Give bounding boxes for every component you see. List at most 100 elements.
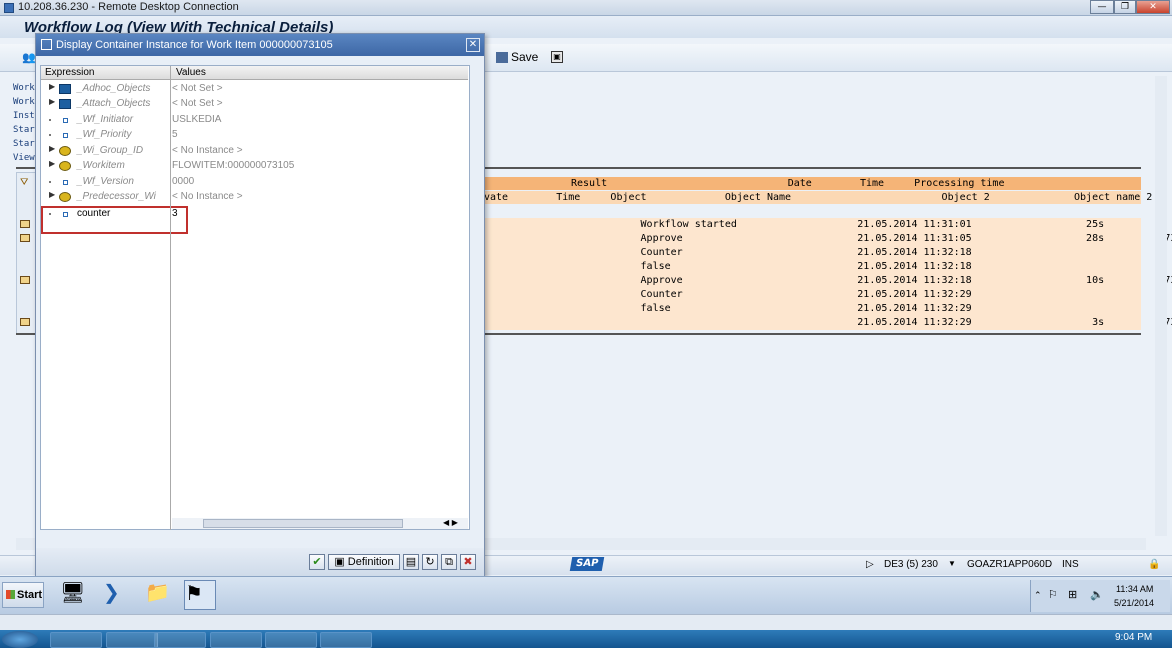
details-button[interactable]: ▤ [403, 554, 419, 570]
insert-mode: INS [1062, 559, 1079, 570]
explorer-icon[interactable]: 📁 [145, 580, 177, 610]
table-row[interactable]: Approve 21.05.2014 11:31:05 28s 73105 [484, 233, 1172, 247]
column-header-values[interactable]: Values [176, 67, 206, 78]
tree-row[interactable]: ▶ _Predecessor_Wi < No Instance > [41, 190, 469, 205]
filter-icon[interactable]: ⛛ [20, 177, 28, 188]
explorer-icon[interactable] [106, 632, 158, 648]
row-value: < No Instance > [172, 191, 243, 202]
rdp-taskbar-icon[interactable] [265, 632, 317, 648]
row-label: _Wf_Initiator [77, 114, 134, 125]
dialog-title: Display Container Instance for Work Item… [56, 39, 333, 51]
status-triangle-icon[interactable]: ▷ [866, 559, 874, 570]
row-label: _Workitem [77, 160, 125, 171]
log-header-row: Result Date Time Processing time [484, 177, 1141, 190]
log-row-selector-column [16, 172, 36, 334]
row-value: USLKEDIA [172, 114, 222, 125]
refresh-button[interactable]: ↻ [422, 554, 438, 570]
column-divider[interactable] [170, 66, 171, 530]
scrollbar-thumb[interactable] [203, 519, 403, 528]
save-button[interactable]: Save [496, 50, 538, 64]
tree-row[interactable]: ▶ _Workitem FLOWITEM:000000073105 [41, 159, 469, 174]
tree-row[interactable]: _Wf_Version 0000 [41, 175, 469, 190]
row-label: _Adhoc_Objects [77, 83, 151, 94]
close-icon[interactable]: ✕ [1136, 0, 1170, 14]
row-value: < Not Set > [172, 98, 223, 109]
table-row[interactable]: Counter 21.05.2014 11:32:29 [484, 289, 1141, 303]
network-icon[interactable]: ⊞ [1068, 588, 1077, 601]
row-label: _Wi_Group_ID [77, 145, 144, 156]
row-label: _Wf_Priority [77, 129, 132, 140]
row-label: _Attach_Objects [77, 98, 151, 109]
server-manager-icon[interactable]: 🖥 [60, 580, 92, 610]
tree-row[interactable]: ▶ _Attach_Objects < Not Set > [41, 97, 469, 112]
volume-icon[interactable]: 🔈 [1090, 588, 1104, 601]
users-icon[interactable]: 👥 [22, 51, 36, 64]
bullet-icon [49, 134, 51, 136]
start-button[interactable]: Start [2, 582, 44, 608]
definition-button[interactable]: ▣ Definition [328, 554, 400, 570]
left-label: Inst [13, 111, 35, 121]
dialog-window-icon [41, 39, 52, 50]
expand-arrow-icon[interactable]: ▶ [49, 97, 55, 106]
definition-icon: ▣ [334, 556, 348, 568]
expand-arrow-icon[interactable]: ▶ [49, 82, 55, 91]
row-expand-icon[interactable] [20, 220, 30, 228]
rdp-bottom-scrollbar[interactable] [0, 614, 1172, 630]
word-icon[interactable] [320, 632, 372, 648]
expand-arrow-icon[interactable]: ▶ [49, 190, 55, 199]
bullet-icon [49, 181, 51, 183]
table-row[interactable]: false 21.05.2014 11:32:18 [484, 261, 1141, 275]
host-clock[interactable]: 9:04 PM [1115, 632, 1152, 643]
tray-time[interactable]: 11:34 AM [1116, 584, 1153, 594]
tree-header [41, 66, 468, 80]
media-player-icon[interactable] [154, 632, 206, 648]
table-row[interactable]: false 21.05.2014 11:32:29 [484, 303, 1141, 317]
tree-row[interactable]: ▶ _Wi_Group_ID < No Instance > [41, 144, 469, 159]
chevron-down-icon[interactable]: ▼ [948, 559, 956, 568]
tray-date[interactable]: 5/21/2014 [1114, 598, 1154, 608]
bullet-icon [49, 119, 51, 121]
settings-icon[interactable]: ▣ [551, 51, 563, 63]
confirm-button[interactable]: ✔ [309, 554, 325, 570]
ie-icon[interactable] [50, 632, 102, 648]
flag-icon[interactable]: ⚐ [1048, 588, 1058, 601]
table-row[interactable]: Workflow started 21.05.2014 11:31:01 25s [484, 219, 1141, 233]
minimize-icon[interactable]: — [1090, 0, 1114, 14]
powershell-icon[interactable]: ❯ [103, 580, 135, 610]
table-icon [59, 84, 71, 94]
cancel-button[interactable]: ✖ [460, 554, 476, 570]
system-info: DE3 (5) 230 [884, 559, 938, 570]
tree-row[interactable]: ▶ _Adhoc_Objects < Not Set > [41, 82, 469, 97]
restore-icon[interactable]: ❐ [1114, 0, 1136, 14]
row-label: _Wf_Version [77, 176, 134, 187]
left-label: Work [13, 97, 35, 107]
row-value: FLOWITEM:000000073105 [172, 160, 295, 171]
expand-arrow-icon[interactable]: ▶ [49, 159, 55, 168]
row-expand-icon[interactable] [20, 318, 30, 326]
chevron-up-icon[interactable]: ⌃ [1034, 590, 1042, 601]
table-row[interactable]: Counter 21.05.2014 11:32:18 [484, 247, 1141, 261]
row-expand-icon[interactable] [20, 234, 30, 242]
windows-start-icon[interactable] [2, 631, 38, 648]
scroll-right-icon[interactable]: ◀ ▶ [443, 518, 458, 527]
expand-arrow-icon[interactable]: ▶ [49, 144, 55, 153]
rdp-window-title: 10.208.36.230 - Remote Desktop Connectio… [18, 1, 239, 13]
tree-row[interactable]: _Wf_Initiator USLKEDIA [41, 113, 469, 128]
row-value: 0000 [172, 176, 195, 187]
copy-button[interactable]: ⧉ [441, 554, 457, 570]
lock-icon[interactable]: 🔒 [1148, 559, 1160, 570]
table-row[interactable]: 21.05.2014 11:32:29 3s 73105 [484, 317, 1172, 331]
dialog-close-icon[interactable]: ✕ [466, 38, 480, 52]
log-rows: Workflow started 21.05.2014 11:31:01 25s… [484, 218, 1172, 331]
attribute-icon [63, 133, 68, 138]
tree-row[interactable]: _Wf_Priority 5 [41, 128, 469, 143]
row-label: _Predecessor_Wi [77, 191, 156, 202]
table-row[interactable]: Approve 21.05.2014 11:32:18 10s 73105 [484, 275, 1172, 289]
vertical-scrollbar[interactable] [1155, 76, 1167, 536]
sap-logon-icon[interactable]: ⚑ [184, 580, 216, 610]
row-expand-icon[interactable] [20, 276, 30, 284]
highlight-box [41, 206, 188, 234]
object-icon [59, 161, 71, 171]
chrome-icon[interactable] [210, 632, 262, 648]
column-header-expression[interactable]: Expression [45, 67, 94, 78]
